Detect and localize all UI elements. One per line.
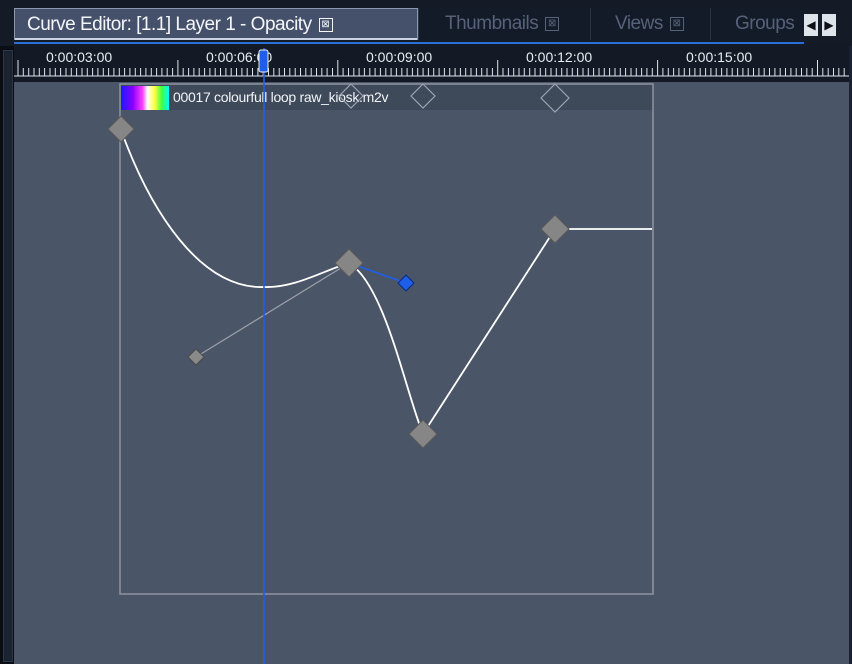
clip-bounds bbox=[119, 83, 654, 595]
tangent-handle-out[interactable] bbox=[397, 274, 415, 292]
opacity-curve-segment[interactable] bbox=[120, 129, 350, 288]
curve-canvas[interactable] bbox=[0, 0, 852, 664]
keyframe[interactable] bbox=[107, 115, 135, 143]
keyframe[interactable] bbox=[408, 419, 438, 449]
opacity-curve-segment[interactable] bbox=[348, 262, 424, 435]
keyframe-selected[interactable] bbox=[334, 248, 364, 278]
curve-editor-window: Curve Editor: [1.1] Layer 1 - Opacity ⊠ … bbox=[0, 0, 852, 664]
tangent-handle-in[interactable] bbox=[187, 348, 205, 366]
opacity-curve-segment[interactable] bbox=[422, 228, 652, 435]
tangent-line-in bbox=[195, 262, 350, 358]
keyframe[interactable] bbox=[540, 214, 570, 244]
playhead-handle[interactable] bbox=[258, 49, 269, 73]
header-keyframe-marker[interactable] bbox=[540, 83, 570, 113]
header-keyframe-marker[interactable] bbox=[410, 83, 436, 109]
header-keyframe-marker[interactable] bbox=[338, 83, 364, 109]
